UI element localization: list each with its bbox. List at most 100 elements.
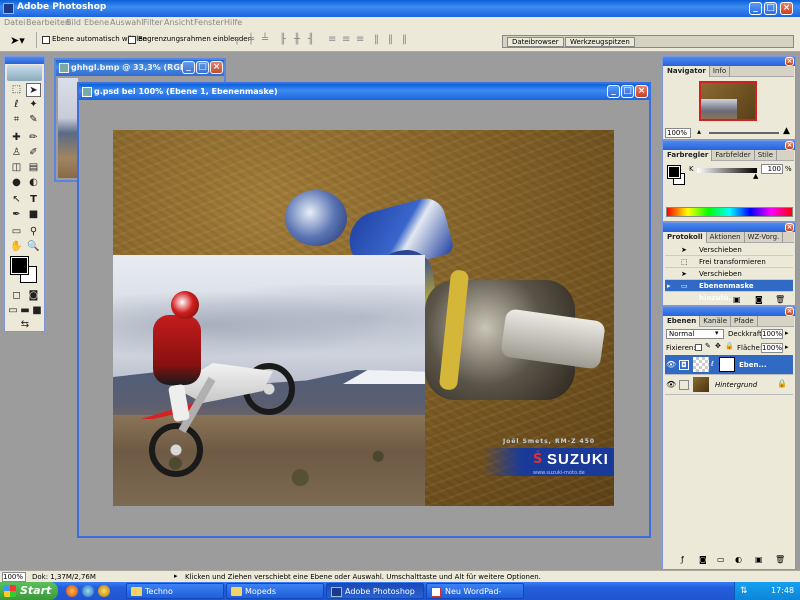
tab-navigator[interactable]: Navigator: [664, 66, 710, 77]
standard-mode-icon[interactable]: ◻: [9, 289, 24, 303]
distribute-left-icon[interactable]: ‖: [374, 34, 379, 45]
screen-mode-menu-icon[interactable]: ▬: [19, 304, 31, 318]
adjustment-layer-icon[interactable]: ◐: [735, 555, 742, 564]
new-snapshot-icon[interactable]: ◙: [755, 295, 763, 304]
tab-dateibrowser[interactable]: Dateibrowser: [507, 37, 564, 47]
chevron-down-icon[interactable]: ▾: [715, 329, 719, 337]
palette-header[interactable]: ×: [663, 57, 795, 66]
crop-tool-icon[interactable]: ⌗: [9, 113, 24, 127]
slice-tool-icon[interactable]: ✎: [26, 113, 41, 127]
tab-aktionen[interactable]: Aktionen: [707, 232, 745, 243]
align-right-icon[interactable]: ╢: [308, 34, 314, 45]
align-vcenter-icon[interactable]: ╪: [248, 34, 254, 45]
menu-auswahl[interactable]: Auswahl: [110, 18, 143, 27]
doc-maximize-button[interactable]: □: [621, 85, 634, 98]
layer-mask-thumbnail[interactable]: [719, 357, 735, 372]
palette-close-button[interactable]: ×: [785, 57, 794, 66]
lock-transparency-checkbox[interactable]: [695, 344, 702, 351]
menu-hilfe[interactable]: Hilfe: [224, 18, 242, 27]
opacity-arrow-icon[interactable]: ▸: [785, 329, 789, 337]
layer-link-box[interactable]: [679, 380, 689, 390]
fill-input[interactable]: 100%: [761, 343, 783, 353]
history-item[interactable]: ➤ Verschieben: [665, 244, 793, 256]
status-arrow-icon[interactable]: ▸: [174, 572, 178, 580]
document-window-g-psd[interactable]: g.psd bei 100% (Ebene 1, Ebenenmaske) _ …: [77, 82, 651, 538]
tab-werkzeugspitzen[interactable]: Werkzeugspitzen: [565, 37, 635, 47]
layer-1-image[interactable]: [113, 255, 425, 506]
healing-brush-tool-icon[interactable]: ✚: [9, 131, 24, 145]
mask-link-icon[interactable]: ◘: [679, 360, 689, 370]
layer-style-icon[interactable]: ƒ: [681, 555, 684, 564]
jump-to-imageready-icon[interactable]: ⇆: [11, 318, 39, 332]
stamp-tool-icon[interactable]: ♙: [9, 146, 24, 160]
tab-info[interactable]: Info: [710, 66, 731, 77]
hand-tool-icon[interactable]: ✋: [9, 240, 24, 254]
palette-close-button[interactable]: ×: [785, 141, 794, 150]
history-item[interactable]: ⬚ Frei transformieren: [665, 256, 793, 268]
history-brush-tool-icon[interactable]: ✐: [26, 146, 41, 160]
eye-icon[interactable]: 👁: [666, 380, 676, 389]
magic-wand-tool-icon[interactable]: ✦: [26, 98, 41, 112]
k-value[interactable]: 100: [761, 164, 783, 174]
align-hcenter-icon[interactable]: ╫: [294, 34, 300, 45]
navigator-zoom[interactable]: 100%: [665, 128, 691, 138]
adobe-online-icon[interactable]: [7, 65, 42, 81]
app-titlebar[interactable]: Adobe Photoshop _ □ ×: [0, 0, 800, 17]
minimize-button[interactable]: _: [749, 2, 762, 15]
palette-header[interactable]: ×: [663, 307, 795, 316]
tab-ebenen[interactable]: Ebenen: [664, 316, 701, 327]
menu-bild[interactable]: Bild: [66, 18, 81, 27]
move-tool-icon[interactable]: ➤: [26, 83, 41, 97]
menu-bearbeiten[interactable]: Bearbeiten: [26, 18, 70, 27]
tray-network-icon[interactable]: ⇅: [740, 586, 748, 596]
distribute-bottom-icon[interactable]: ≡: [356, 34, 364, 45]
history-item-selected[interactable]: ▸ ▭ Ebenenmaske hinzufü...: [665, 280, 793, 302]
dodge-tool-icon[interactable]: ◐: [26, 176, 41, 190]
menu-datei[interactable]: Datei: [4, 18, 25, 27]
doc-close-button[interactable]: ×: [635, 85, 648, 98]
palette-close-button[interactable]: ×: [785, 307, 794, 316]
status-doc-size[interactable]: Dok: 1,37M/2,76M: [32, 573, 96, 581]
shape-tool-icon[interactable]: ■: [26, 208, 41, 222]
doc-minimize-button[interactable]: _: [607, 85, 620, 98]
canvas[interactable]: Joël Smets, RM-Z 450 Ś SUZUKI www.suzuki…: [113, 130, 614, 506]
tab-stile[interactable]: Stile: [755, 150, 778, 161]
lasso-tool-icon[interactable]: ℓ: [9, 98, 24, 112]
color-spectrum[interactable]: [666, 207, 793, 217]
toolbox-header[interactable]: [5, 57, 44, 64]
bounding-box-checkbox[interactable]: [128, 36, 136, 44]
palette-header[interactable]: ×: [663, 141, 795, 150]
history-item[interactable]: ➤ Verschieben: [665, 268, 793, 280]
quicklaunch-ie-icon[interactable]: [82, 585, 94, 597]
chain-icon[interactable]: ℓ: [711, 360, 714, 368]
zoom-tool-icon[interactable]: 🔍: [26, 240, 41, 254]
tray-clock[interactable]: 17:48: [771, 586, 794, 595]
align-bottom-icon[interactable]: ╧: [262, 34, 268, 45]
eyedropper-tool-icon[interactable]: ⚲: [26, 225, 41, 239]
tab-farbfelder[interactable]: Farbfelder: [712, 150, 755, 161]
lock-move-icon[interactable]: ✥: [715, 342, 721, 350]
eraser-tool-icon[interactable]: ◫: [9, 161, 24, 175]
document-titlebar-g-psd[interactable]: g.psd bei 100% (Ebene 1, Ebenenmaske) _ …: [79, 84, 649, 100]
distribute-vcenter-icon[interactable]: ≡: [342, 34, 350, 45]
zoom-in-icon[interactable]: ▲: [783, 126, 790, 136]
taskbar-button-photoshop[interactable]: Adobe Photoshop: [326, 583, 424, 599]
palette-close-button[interactable]: ×: [785, 223, 794, 232]
notes-tool-icon[interactable]: ▭: [9, 225, 24, 239]
new-layer-icon[interactable]: ▣: [755, 555, 763, 564]
quicklaunch-firefox-icon[interactable]: [66, 585, 78, 597]
quick-mask-mode-icon[interactable]: ◙: [26, 289, 41, 303]
status-zoom[interactable]: 100%: [2, 572, 26, 582]
menu-fenster[interactable]: Fenster: [194, 18, 224, 27]
doc-minimize-button[interactable]: _: [182, 61, 195, 74]
color-fg-swatch[interactable]: [667, 165, 681, 179]
screen-mode-standard-icon[interactable]: ▭: [7, 304, 19, 318]
align-top-icon[interactable]: ╤: [234, 34, 240, 45]
menu-ebene[interactable]: Ebene: [84, 18, 109, 27]
pen-tool-icon[interactable]: ✒: [9, 208, 24, 222]
align-left-icon[interactable]: ╟: [280, 34, 286, 45]
tab-farbregler[interactable]: Farbregler: [664, 150, 713, 161]
auto-select-checkbox[interactable]: [42, 36, 50, 44]
trash-icon[interactable]: 🗑: [775, 555, 785, 564]
menu-filter[interactable]: Filter: [143, 18, 163, 27]
